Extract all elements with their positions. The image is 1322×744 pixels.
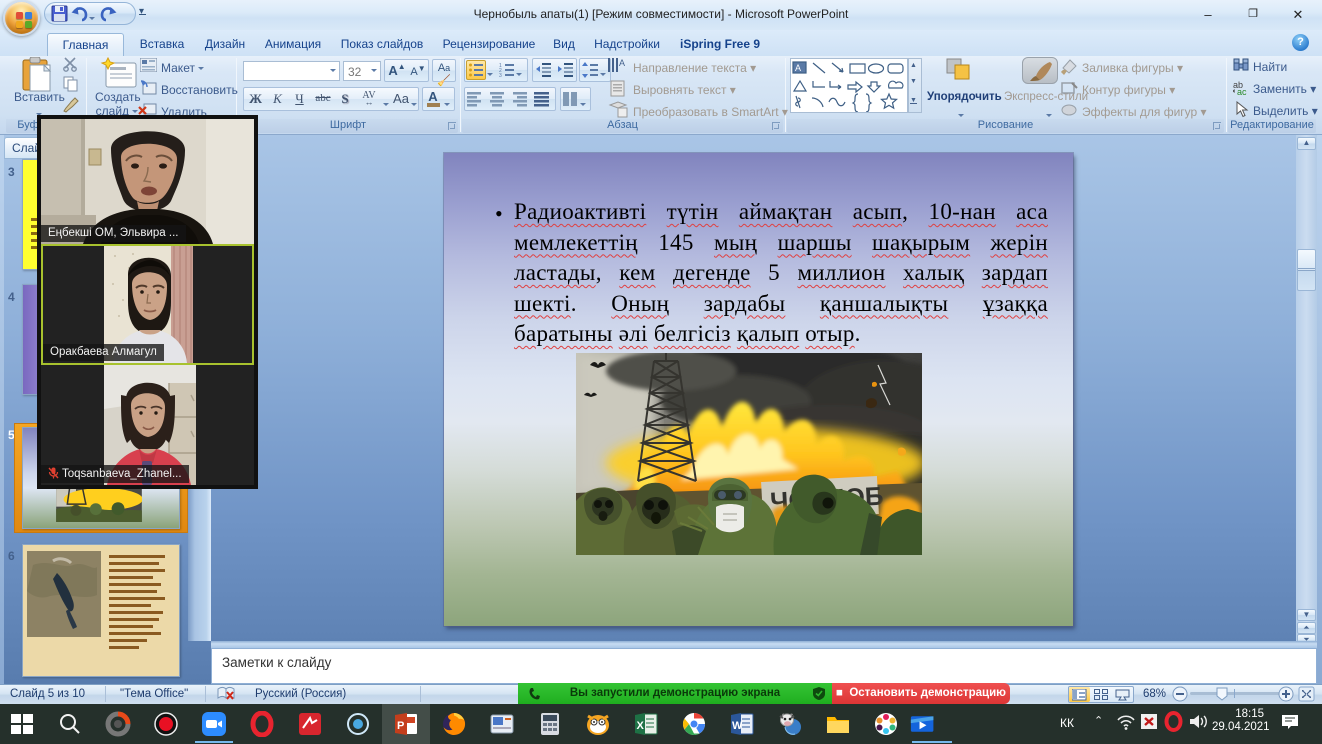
svg-text:X: X <box>637 720 645 732</box>
svg-text:W: W <box>732 720 743 732</box>
svg-text:А: А <box>619 58 625 68</box>
svg-text:P: P <box>397 720 404 732</box>
svg-text:A: A <box>795 63 801 73</box>
svg-text:3: 3 <box>499 73 502 78</box>
svg-text:ac: ac <box>1237 87 1247 96</box>
